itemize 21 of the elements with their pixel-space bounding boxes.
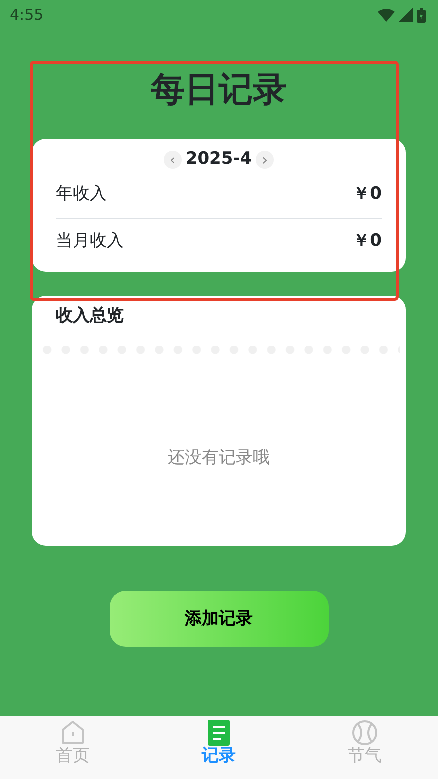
month-label: 2025-4 — [186, 148, 252, 171]
income-value: ￥0 — [353, 183, 382, 206]
document-icon — [208, 720, 230, 746]
page-title: 每日记录 — [150, 70, 288, 111]
tab-item[interactable]: 首页 — [13, 716, 133, 779]
battery-icon — [417, 8, 426, 22]
ball-icon — [352, 720, 378, 746]
signal-icon — [399, 8, 413, 22]
income-label: 当月收入 — [56, 230, 124, 253]
overview-title: 收入总览 — [55, 305, 125, 328]
tab-item[interactable]: 记录 — [159, 716, 279, 779]
tab-item[interactable]: 节气 — [305, 716, 425, 779]
clock-time: 4:55 — [10, 4, 44, 26]
income-value: ￥0 — [353, 230, 382, 253]
income-label: 年收入 — [56, 183, 107, 206]
previous-month-button[interactable]: ‹ — [164, 150, 182, 169]
home-icon — [60, 720, 86, 746]
add-record-button[interactable]: 添加记录 — [110, 591, 328, 648]
next-month-button[interactable]: › — [256, 150, 274, 169]
empty-message: 还没有记录哦 — [167, 446, 271, 470]
wifi-icon — [378, 8, 395, 22]
